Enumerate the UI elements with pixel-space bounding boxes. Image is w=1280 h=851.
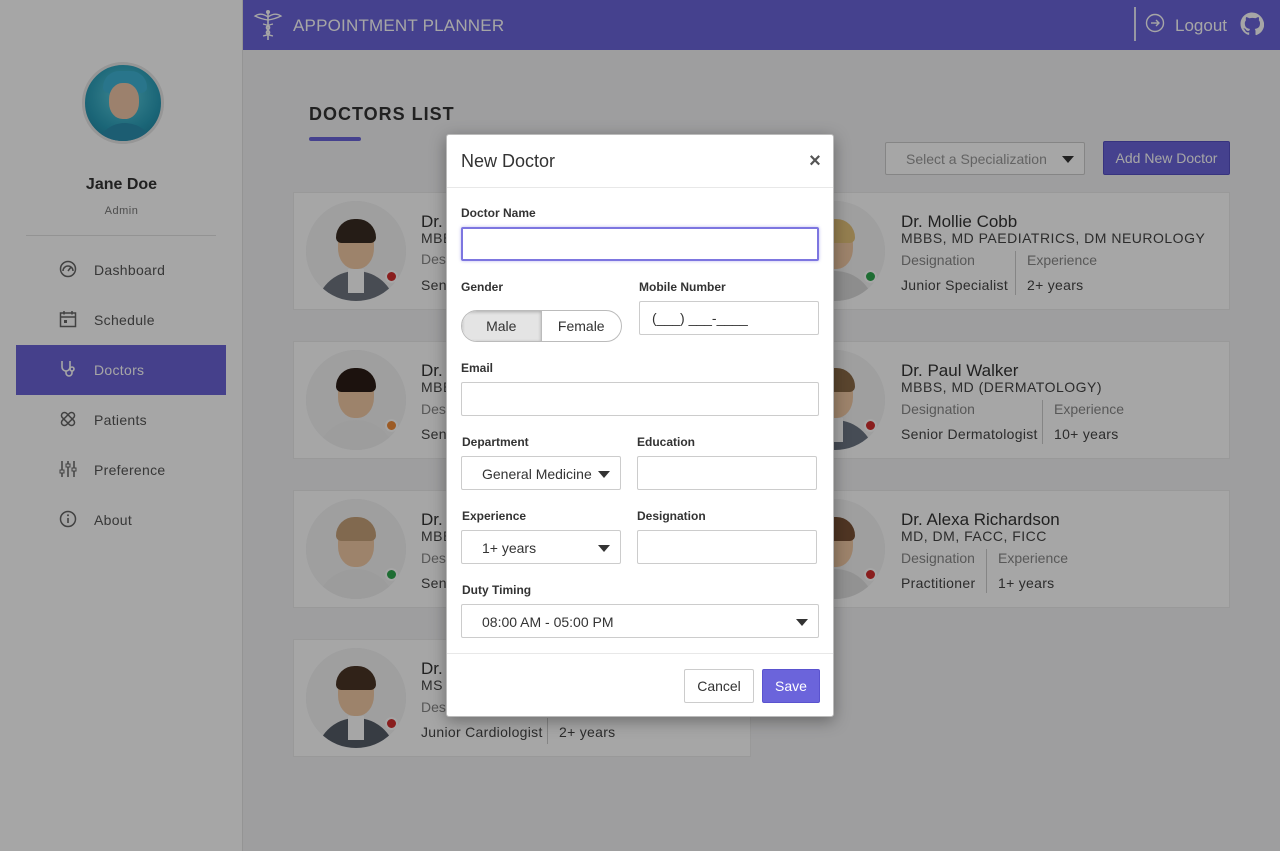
- duty-timing-label: Duty Timing: [462, 583, 532, 597]
- education-input[interactable]: [637, 456, 817, 490]
- experience-label: Experience: [462, 509, 527, 523]
- doctor-name-input[interactable]: [461, 227, 819, 261]
- duty-timing-value: 08:00 AM - 05:00 PM: [482, 614, 614, 630]
- department-select[interactable]: General Medicine: [461, 456, 621, 490]
- department-value: General Medicine: [482, 466, 592, 482]
- cancel-button[interactable]: Cancel: [684, 669, 754, 703]
- gender-toggle: Male Female: [461, 310, 622, 342]
- designation-input[interactable]: [637, 530, 817, 564]
- email-label: Email: [461, 361, 494, 375]
- chevron-down-icon: [598, 471, 610, 478]
- dialog-title: New Doctor: [461, 151, 556, 171]
- doctor-name-label: Doctor Name: [461, 206, 536, 220]
- email-input[interactable]: [461, 382, 819, 416]
- dialog-footer-divider: [447, 653, 833, 654]
- mobile-number-input[interactable]: [639, 301, 819, 335]
- mobile-number-label: Mobile Number: [639, 280, 726, 294]
- gender-label: Gender: [461, 280, 504, 294]
- designation-label: Designation: [637, 509, 706, 523]
- experience-select[interactable]: 1+ years: [461, 530, 621, 564]
- chevron-down-icon: [598, 545, 610, 552]
- dialog-header: New Doctor ×: [447, 135, 833, 188]
- duty-timing-select[interactable]: 08:00 AM - 05:00 PM: [461, 604, 819, 638]
- new-doctor-dialog: New Doctor × Doctor Name Gender Male Fem…: [446, 134, 834, 717]
- department-label: Department: [462, 435, 529, 449]
- gender-option-male[interactable]: Male: [462, 311, 542, 341]
- save-button[interactable]: Save: [762, 669, 820, 703]
- education-label: Education: [637, 435, 696, 449]
- gender-option-female[interactable]: Female: [542, 311, 622, 341]
- chevron-down-icon: [796, 619, 808, 626]
- close-icon[interactable]: ×: [807, 151, 823, 171]
